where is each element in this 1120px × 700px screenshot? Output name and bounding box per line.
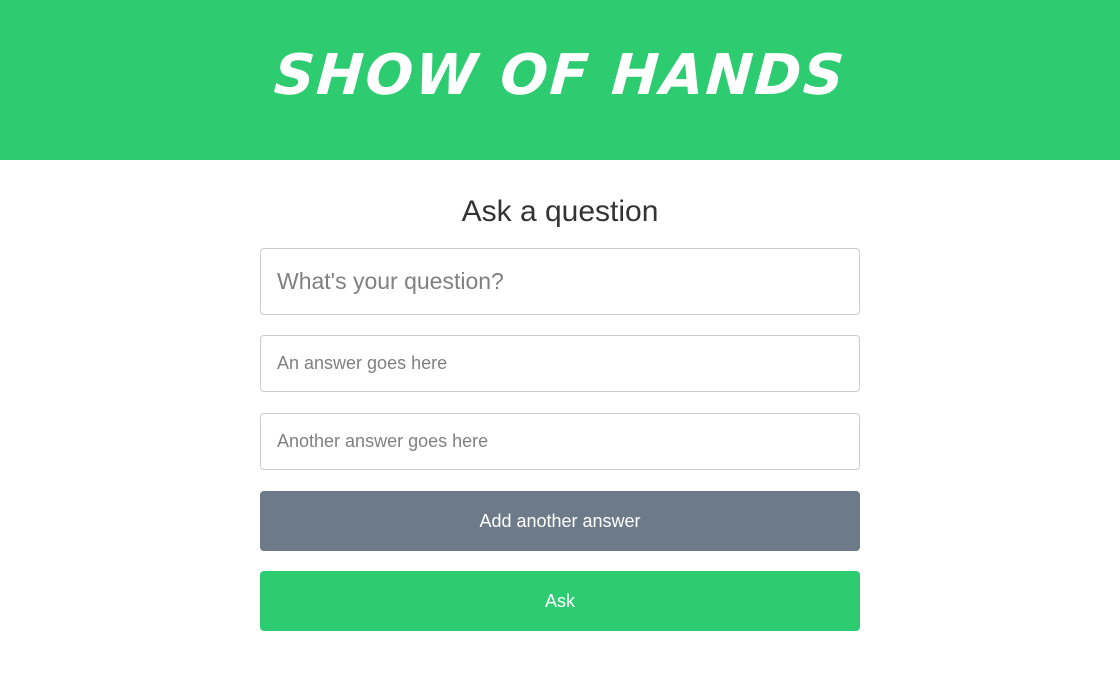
answer-input-1[interactable] (260, 335, 860, 392)
add-answer-button[interactable]: Add another answer (260, 491, 860, 551)
app-header: SHOW OF HANDS (0, 0, 1120, 160)
ask-button[interactable]: Ask (260, 571, 860, 631)
page-title: Ask a question (461, 195, 659, 228)
answer-input-2[interactable] (260, 413, 860, 470)
question-input[interactable] (260, 248, 860, 315)
brand-logo-text: SHOW OF HANDS (272, 42, 849, 108)
ask-question-form: Ask a question Add another answer Ask (260, 160, 860, 631)
